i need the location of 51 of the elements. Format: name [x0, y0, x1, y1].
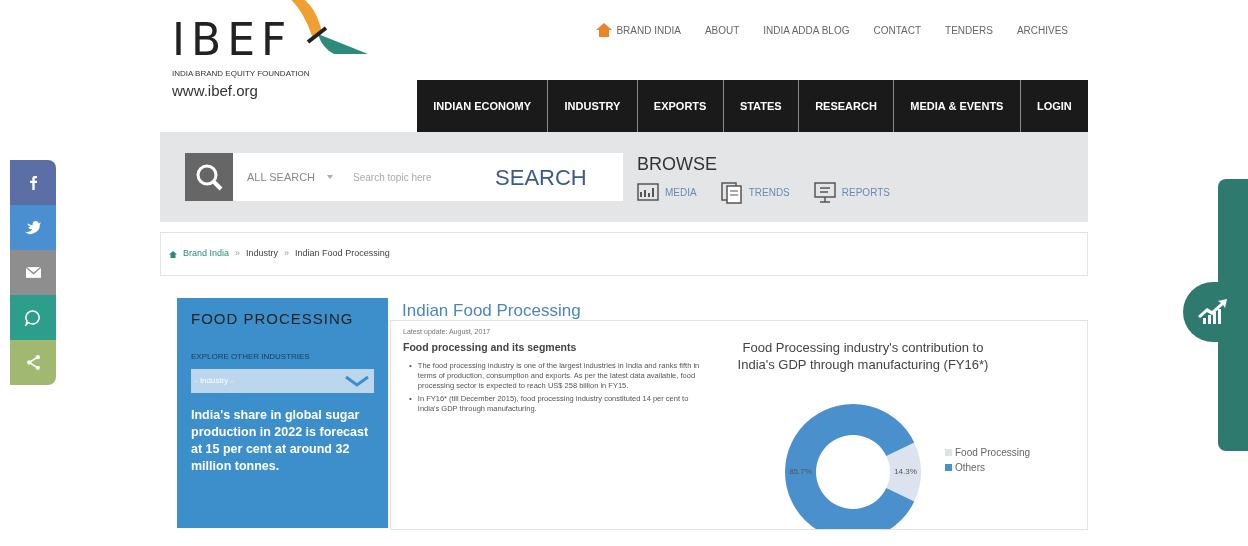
breadcrumb-link[interactable]: Industry [246, 247, 279, 261]
share-button[interactable] [10, 340, 56, 385]
nav-link[interactable]: TENDERS [945, 22, 993, 38]
share-button[interactable] [10, 295, 56, 340]
dropdown-caret-icon [327, 175, 334, 179]
nav-link[interactable]: BRAND INDIA [616, 22, 681, 38]
logo-tagline: INDIA BRAND EQUITY FOUNDATION [172, 68, 311, 80]
breadcrumb-separator: » [284, 247, 290, 261]
breadcrumb-separator: » [235, 247, 241, 261]
explore-label: EXPLORE OTHER INDUSTRIES [191, 350, 311, 363]
nav-link[interactable]: ARCHIVES [1016, 22, 1068, 38]
monitor-icon [813, 181, 836, 204]
legend-label: Food Processing [955, 446, 1031, 460]
legend-swatch [945, 449, 952, 456]
nav-link[interactable]: INDIA ADDA BLOG [763, 22, 850, 38]
legend-label: Others [955, 461, 985, 475]
chart-icon [637, 181, 659, 204]
search-button[interactable]: SEARCH [483, 160, 599, 194]
search-scope-dropdown[interactable]: ALL SEARCH [247, 168, 316, 186]
documents-icon [720, 181, 743, 204]
growth-chart-icon [1197, 298, 1229, 326]
share-button[interactable] [10, 205, 56, 250]
site-url: www.ibef.org [172, 81, 259, 101]
breadcrumb-link[interactable]: Brand India [183, 247, 230, 261]
share-icon [26, 355, 40, 370]
facebook-icon [29, 175, 37, 190]
share-button[interactable] [10, 250, 56, 295]
search-icon[interactable] [185, 153, 233, 201]
envelope-icon [25, 267, 41, 278]
sidebar-fact: India's share in global sugar production in 2022 is forecast at 15 per cent at around 32 million tonnes. [191, 406, 370, 475]
bullet-marker: • [409, 361, 412, 373]
legend-swatch [945, 464, 952, 471]
slice-label: 14.3% [894, 467, 917, 476]
chart-title: Food Processing industry's contribution to India's GDP through manufacturing (FY16*) [736, 339, 990, 373]
nav-link[interactable]: CONTACT [873, 22, 922, 38]
breadcrumb-current: Indian Food Processing [295, 247, 390, 261]
nav-link[interactable]: ABOUT [704, 22, 740, 38]
home-icon [596, 23, 613, 37]
twitter-icon [25, 220, 41, 235]
browse-heading: BROWSE [637, 152, 718, 176]
search-field[interactable]: Search topic here [353, 169, 484, 185]
logo-wordmark: IBEF [172, 18, 293, 62]
share-button[interactable] [10, 160, 56, 205]
nav-tab[interactable]: INDIAN ECONOMY [417, 80, 548, 132]
home-icon [169, 250, 177, 258]
whatsapp-icon [25, 309, 41, 326]
slice-label: 85.7% [789, 467, 812, 476]
sidebar-title: FOOD PROCESSING [191, 309, 355, 329]
article-heading: Food processing and its segments [403, 339, 578, 355]
article-title: Indian Food Processing [401, 300, 582, 320]
bullet-marker: • [409, 394, 412, 406]
